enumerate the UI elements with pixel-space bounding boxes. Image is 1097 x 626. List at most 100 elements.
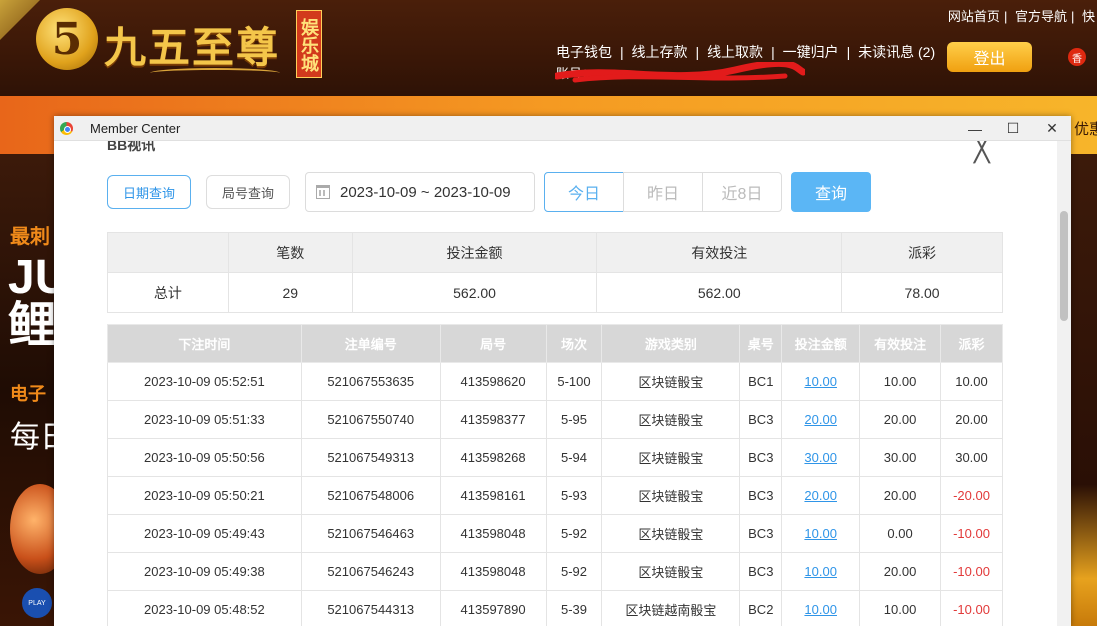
date-range-value: 2023-10-09 ~ 2023-10-09 xyxy=(340,183,511,201)
cell-bet-time: 2023-10-09 05:50:21 xyxy=(107,476,302,515)
window-title: Member Center xyxy=(90,121,181,136)
cell-game-type: 区块链骰宝 xyxy=(601,552,741,591)
nav-deposit[interactable]: 线上存款 xyxy=(632,44,688,60)
cell-table-no: BC3 xyxy=(739,476,783,515)
cell-payout: 30.00 xyxy=(940,438,1003,477)
cell-game-type: 区块链越南骰宝 xyxy=(601,590,741,626)
header-session: 场次 xyxy=(545,324,603,363)
nav-withdraw[interactable]: 线上取款 xyxy=(707,44,763,60)
cell-bet-id: 521067544313 xyxy=(300,590,441,626)
top-link-home[interactable]: 网站首页 xyxy=(948,9,1000,24)
banner-category: 电子 xyxy=(10,384,46,404)
left-side-banner[interactable]: 最刺 JU 鲤 电子 每日 PLAY xyxy=(0,154,54,626)
corner-decoration xyxy=(0,0,40,40)
cell-session: 5-94 xyxy=(545,438,603,477)
query-button[interactable]: 查询 xyxy=(791,172,871,212)
date-range-input[interactable]: 2023-10-09 ~ 2023-10-09 xyxy=(305,172,535,212)
summary-header-blank xyxy=(107,232,229,273)
cell-valid-bet: 30.00 xyxy=(859,438,941,477)
close-icon[interactable]: ╳ xyxy=(974,141,990,164)
banner-daily: 每日 xyxy=(10,421,54,454)
cell-bet-amount[interactable]: 10.00 xyxy=(781,514,861,553)
section-title: BB视讯 xyxy=(107,141,156,153)
site-logo-badge: 娱乐城 xyxy=(296,10,322,78)
logo-ornament xyxy=(150,68,280,78)
cell-game-type: 区块链骰宝 xyxy=(601,400,741,439)
banner-headline: JU 鲤 xyxy=(8,254,54,350)
table-row: 2023-10-09 05:48:52 521067544313 413597890… xyxy=(107,590,1003,626)
cell-valid-bet: 20.00 xyxy=(859,476,941,515)
vertical-scrollbar[interactable] xyxy=(1057,141,1071,626)
cell-bet-time: 2023-10-09 05:50:56 xyxy=(107,438,302,477)
summary-table: 笔数 投注金额 有效投注 派彩 总计 29 562.00 562.00 78.0… xyxy=(107,232,1003,313)
cell-session: 5-93 xyxy=(545,476,603,515)
right-side-banner[interactable] xyxy=(1071,154,1097,626)
cell-bet-amount[interactable]: 10.00 xyxy=(781,362,861,401)
cell-game-type: 区块链骰宝 xyxy=(601,438,741,477)
cell-game-type: 区块链骰宝 xyxy=(601,476,741,515)
cell-bet-amount[interactable]: 10.00 xyxy=(781,590,861,626)
logout-button[interactable]: 登出 xyxy=(947,42,1032,72)
table-row: 2023-10-09 05:50:21 521067548006 413598161… xyxy=(107,476,1003,515)
promo-link[interactable]: 优惠 xyxy=(1074,118,1097,139)
cell-bet-id: 521067546463 xyxy=(300,514,441,553)
summary-header-row: 笔数 投注金额 有效投注 派彩 xyxy=(107,232,1003,273)
table-row: 2023-10-09 05:49:38 521067546243 413598048… xyxy=(107,552,1003,591)
cell-valid-bet: 10.00 xyxy=(859,362,941,401)
summary-count: 29 xyxy=(227,272,353,313)
account-nav: 电子钱包 | 线上存款 | 线上取款 | 一键归户 | 未读讯息 (2) xyxy=(556,44,936,60)
nav-messages[interactable]: 未读讯息 (2) xyxy=(858,44,935,60)
cell-session: 5-95 xyxy=(545,400,603,439)
cell-bet-time: 2023-10-09 05:49:38 xyxy=(107,552,302,591)
cell-bet-amount[interactable]: 20.00 xyxy=(781,400,861,439)
cell-bet-id: 521067546243 xyxy=(300,552,441,591)
bet-detail-table: 下注时间 注单编号 局号 场次 游戏类别 桌号 投注金额 有效投注 派彩 202… xyxy=(107,324,1003,626)
cell-session: 5-100 xyxy=(545,362,603,401)
language-flag-icon[interactable]: 香 xyxy=(1068,48,1086,66)
summary-payout: 78.00 xyxy=(841,272,1003,313)
logo-icon: 5 xyxy=(36,8,98,70)
cell-bet-amount[interactable]: 30.00 xyxy=(781,438,861,477)
top-links: 网站首页 | 官方导航 | 快 xyxy=(947,9,1095,24)
cell-bet-amount[interactable]: 10.00 xyxy=(781,552,861,591)
header-game-type: 游戏类别 xyxy=(601,324,741,363)
summary-header-payout: 派彩 xyxy=(841,232,1003,273)
cell-round-id: 413598161 xyxy=(439,476,547,515)
cell-valid-bet: 0.00 xyxy=(859,514,941,553)
top-link-nav[interactable]: 官方导航 xyxy=(1015,9,1067,24)
maximize-button[interactable]: ☐ xyxy=(994,116,1032,141)
tab-round-query[interactable]: 局号查询 xyxy=(206,175,290,209)
redaction-scribble xyxy=(555,62,805,83)
header-valid-bet: 有效投注 xyxy=(859,324,941,363)
detail-header-row: 下注时间 注单编号 局号 场次 游戏类别 桌号 投注金额 有效投注 派彩 xyxy=(107,324,1003,363)
tab-date-query[interactable]: 日期查询 xyxy=(107,175,191,209)
cell-bet-id: 521067550740 xyxy=(300,400,441,439)
range-yesterday-button[interactable]: 昨日 xyxy=(623,172,703,212)
cell-payout: -10.00 xyxy=(940,514,1003,553)
cell-round-id: 413598048 xyxy=(439,514,547,553)
site-header: 5 九五至尊 娱乐城 网站首页 | 官方导航 | 快 电子钱包 | 线上存款 | 线上取… xyxy=(0,0,1097,96)
cell-bet-amount[interactable]: 20.00 xyxy=(781,476,861,515)
header-bet-amount: 投注金额 xyxy=(781,324,861,363)
nav-collect[interactable]: 一键归户 xyxy=(783,44,839,60)
cell-valid-bet: 20.00 xyxy=(859,552,941,591)
cell-round-id: 413598377 xyxy=(439,400,547,439)
top-link-more[interactable]: 快 xyxy=(1082,9,1095,24)
cell-bet-id: 521067549313 xyxy=(300,438,441,477)
cell-game-type: 区块链骰宝 xyxy=(601,514,741,553)
range-last8-button[interactable]: 近8日 xyxy=(702,172,782,212)
cell-bet-time: 2023-10-09 05:51:33 xyxy=(107,400,302,439)
cell-payout: 20.00 xyxy=(940,400,1003,439)
cell-session: 5-92 xyxy=(545,552,603,591)
window-titlebar[interactable]: Member Center — ☐ ✕ xyxy=(54,116,1071,141)
close-window-button[interactable]: ✕ xyxy=(1033,116,1071,141)
nav-wallet[interactable]: 电子钱包 xyxy=(556,44,612,60)
bet-record-panel: BB视讯 ╳ 日期查询 局号查询 2023-10-09 ~ 2023-10-09… xyxy=(54,141,1057,626)
minimize-button[interactable]: — xyxy=(956,116,994,141)
scroll-thumb[interactable] xyxy=(1060,211,1068,321)
cell-bet-time: 2023-10-09 05:48:52 xyxy=(107,590,302,626)
cell-table-no: BC3 xyxy=(739,552,783,591)
summary-header-valid: 有效投注 xyxy=(596,232,843,273)
cell-round-id: 413598268 xyxy=(439,438,547,477)
range-today-button[interactable]: 今日 xyxy=(544,172,624,212)
